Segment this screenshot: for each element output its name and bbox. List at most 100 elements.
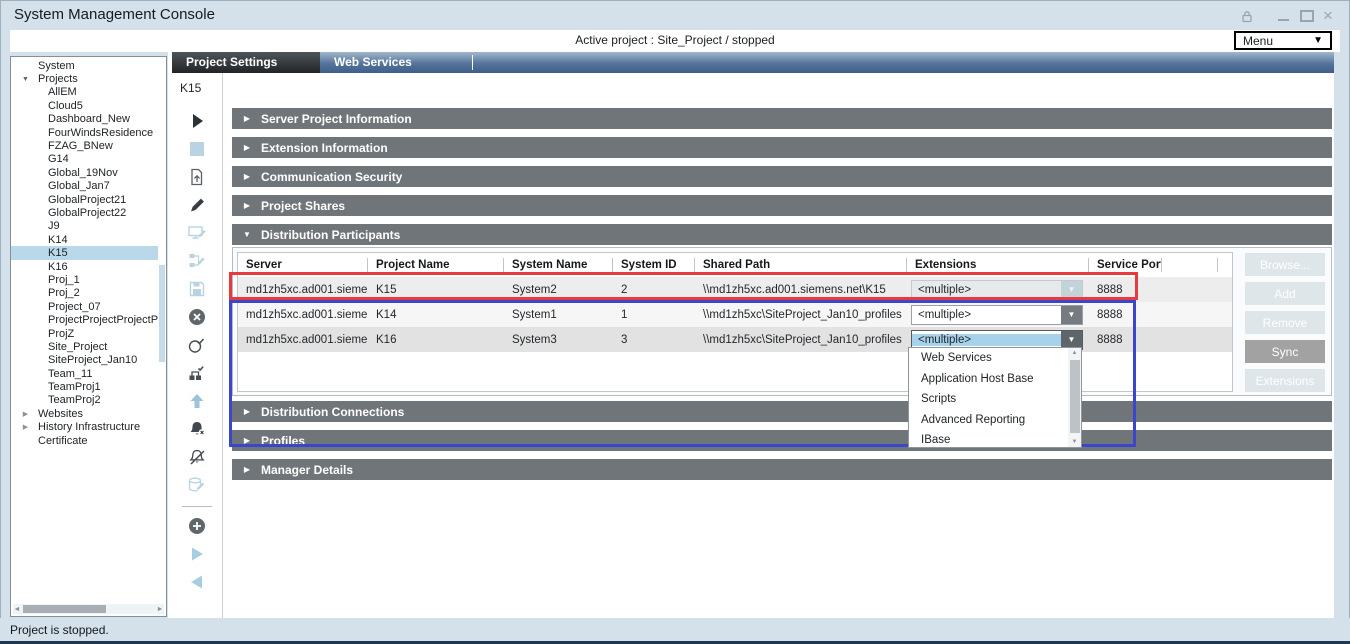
tree-item-fourwindsresidence[interactable]: FourWindsResidence — [11, 126, 158, 139]
tree-item-label: ProjectProjectProjectP — [48, 314, 158, 326]
tab-web-services-settings[interactable]: Web Services Settings — [320, 52, 472, 73]
tree-horizontal-scrollbar[interactable]: ◄ ► — [13, 604, 164, 614]
close-button[interactable]: × — [1319, 8, 1337, 24]
tree-item-proj-2[interactable]: Proj_2 — [11, 287, 158, 300]
tree-item-project-07[interactable]: Project_07 — [11, 300, 158, 313]
tab-bar: Project Settings Web Services Settings — [172, 52, 1334, 73]
scroll-left-icon[interactable]: ◄ — [13, 606, 21, 613]
title-bar: System Management Console × — [0, 0, 1350, 30]
extensions-option-web-services[interactable]: Web Services — [909, 348, 1081, 369]
tree-item-teamproj1[interactable]: TeamProj1 — [11, 380, 158, 393]
tree-item-dashboard-new[interactable]: Dashboard_New — [11, 113, 158, 126]
section-distribution-participants[interactable]: ▼Distribution Participants — [232, 224, 1332, 245]
minimize-button[interactable] — [1274, 8, 1292, 24]
tree-item-proj-1[interactable]: Proj_1 — [11, 273, 158, 286]
tree-item-globalproject22[interactable]: GlobalProject22 — [11, 206, 158, 219]
expand-arrow-icon[interactable]: ▶ — [242, 407, 252, 416]
extensions-option-scripts[interactable]: Scripts — [909, 389, 1081, 410]
cell: System2 — [504, 284, 613, 296]
tree-item-fzag-bnew[interactable]: FZAG_BNew — [11, 139, 158, 152]
scrollbar-thumb[interactable] — [1070, 360, 1080, 433]
tree-item-label: Proj_2 — [48, 287, 80, 299]
tree-item-site-project[interactable]: Site_Project — [11, 340, 158, 353]
section-communication-security[interactable]: ▶Communication Security — [232, 166, 1332, 187]
section-project-shares[interactable]: ▶Project Shares — [232, 195, 1332, 216]
collapse-arrow-icon[interactable]: ▼ — [242, 230, 252, 239]
column-header-shared-path[interactable]: Shared Path — [695, 258, 907, 272]
tree-item-k15[interactable]: K15 — [11, 246, 158, 259]
tree-item-projz[interactable]: ProjZ — [11, 327, 158, 340]
tree-item-history-infrastructure[interactable]: ▶History Infrastructure — [11, 421, 158, 434]
tree-item-k16[interactable]: K16 — [11, 260, 158, 273]
extensions-option-application-host-base[interactable]: Application Host Base — [909, 369, 1081, 390]
column-header-system-name[interactable]: System Name — [504, 258, 613, 272]
network-check-icon[interactable] — [187, 363, 207, 383]
tree-item-system[interactable]: System — [11, 59, 158, 72]
tree-item-label: AllEM — [48, 86, 77, 98]
tree-item-j9[interactable]: J9 — [11, 220, 158, 233]
participant-row-k14[interactable]: md1zh5xc.ad001.siemensK14System11\\md1zh… — [238, 302, 1232, 327]
tree-vertical-scrollbar[interactable] — [159, 59, 165, 600]
column-header-service-port[interactable]: Service Port — [1089, 258, 1162, 272]
column-header-system-id[interactable]: System ID — [613, 258, 695, 272]
tree-item-allem[interactable]: AllEM — [11, 86, 158, 99]
tree-item-globalproject21[interactable]: GlobalProject21 — [11, 193, 158, 206]
expand-arrow-icon[interactable]: ▶ — [20, 423, 31, 431]
sync-button[interactable]: Sync — [1245, 340, 1325, 363]
export-project-icon[interactable] — [187, 167, 207, 187]
tab-project-settings[interactable]: Project Settings — [172, 52, 320, 73]
collapse-arrow-icon[interactable]: ▼ — [20, 76, 31, 83]
extensions-value: <multiple> — [912, 334, 1061, 346]
tree-item-k14[interactable]: K14 — [11, 233, 158, 246]
column-header-blank[interactable] — [1162, 258, 1218, 272]
tree-item-teamproj2[interactable]: TeamProj2 — [11, 394, 158, 407]
delete-project-icon[interactable] — [187, 307, 207, 327]
scrollbar-thumb[interactable] — [23, 605, 106, 613]
section-profiles[interactable]: ▶Profiles — [232, 430, 1332, 451]
column-header-server[interactable]: Server — [238, 258, 368, 272]
add-project-icon[interactable] — [187, 516, 207, 536]
extensions-option-advanced-reporting[interactable]: Advanced Reporting — [909, 410, 1081, 431]
section-manager-details[interactable]: ▶Manager Details — [232, 459, 1332, 480]
expand-arrow-icon[interactable]: ▶ — [242, 172, 252, 181]
combo-dropdown-icon[interactable]: ▼ — [1061, 331, 1082, 349]
expand-arrow-icon[interactable]: ▶ — [242, 114, 252, 123]
expand-arrow-icon[interactable]: ▶ — [242, 143, 252, 152]
tree-item-g14[interactable]: G14 — [11, 153, 158, 166]
tree-item-certificate[interactable]: Certificate — [11, 434, 158, 447]
tree-item-cloud5[interactable]: Cloud5 — [11, 99, 158, 112]
restore-notifications-icon[interactable] — [187, 447, 207, 467]
tree-item-projectprojectprojectp[interactable]: ProjectProjectProjectP — [11, 313, 158, 326]
scroll-right-icon[interactable]: ► — [156, 606, 164, 613]
column-header-extensions[interactable]: Extensions — [907, 258, 1089, 272]
disable-notifications-icon[interactable] — [187, 419, 207, 439]
extensions-option-ibase[interactable]: IBase — [909, 430, 1081, 448]
tree-item-global-19nov[interactable]: Global_19Nov — [11, 166, 158, 179]
tree-item-websites[interactable]: ▶Websites — [11, 407, 158, 420]
section-extension-information[interactable]: ▶Extension Information — [232, 137, 1332, 158]
tree-item-projects[interactable]: ▼Projects — [11, 72, 158, 85]
expand-arrow-icon[interactable]: ▶ — [242, 436, 252, 445]
section-distribution-connections[interactable]: ▶Distribution Connections — [232, 401, 1332, 422]
expand-arrow-icon[interactable]: ▶ — [242, 465, 252, 474]
combo-dropdown-icon[interactable]: ▼ — [1061, 306, 1082, 324]
edit-project-icon[interactable] — [187, 195, 207, 215]
tree-item-label: Global_19Nov — [48, 167, 118, 179]
scroll-down-icon[interactable]: ▼ — [1068, 439, 1081, 445]
column-header-project-name[interactable]: Project Name — [368, 258, 504, 272]
expand-arrow-icon[interactable]: ▶ — [20, 410, 31, 418]
menu-dropdown[interactable]: Menu ▼ — [1234, 31, 1332, 50]
maximize-button[interactable] — [1298, 8, 1316, 24]
dropdown-scrollbar[interactable]: ▲ ▼ — [1068, 348, 1081, 447]
section-server-project-information[interactable]: ▶Server Project Information — [232, 108, 1332, 129]
tree-item-team-11[interactable]: Team_11 — [11, 367, 158, 380]
verify-project-icon[interactable] — [187, 335, 207, 355]
start-project-icon[interactable] — [187, 111, 207, 131]
scroll-up-icon[interactable]: ▲ — [1068, 350, 1081, 356]
participant-row-k15[interactable]: md1zh5xc.ad001.siemensK15System22\\md1zh… — [238, 277, 1232, 302]
expand-arrow-icon[interactable]: ▶ — [242, 201, 252, 210]
tree-item-global-jan7[interactable]: Global_Jan7 — [11, 180, 158, 193]
participant-row-k16[interactable]: md1zh5xc.ad001.siemensK16System33\\md1zh… — [238, 327, 1232, 352]
extensions-combobox[interactable]: <multiple>▼ — [911, 305, 1083, 325]
tree-item-siteproject-jan10[interactable]: SiteProject_Jan10 — [11, 354, 158, 367]
